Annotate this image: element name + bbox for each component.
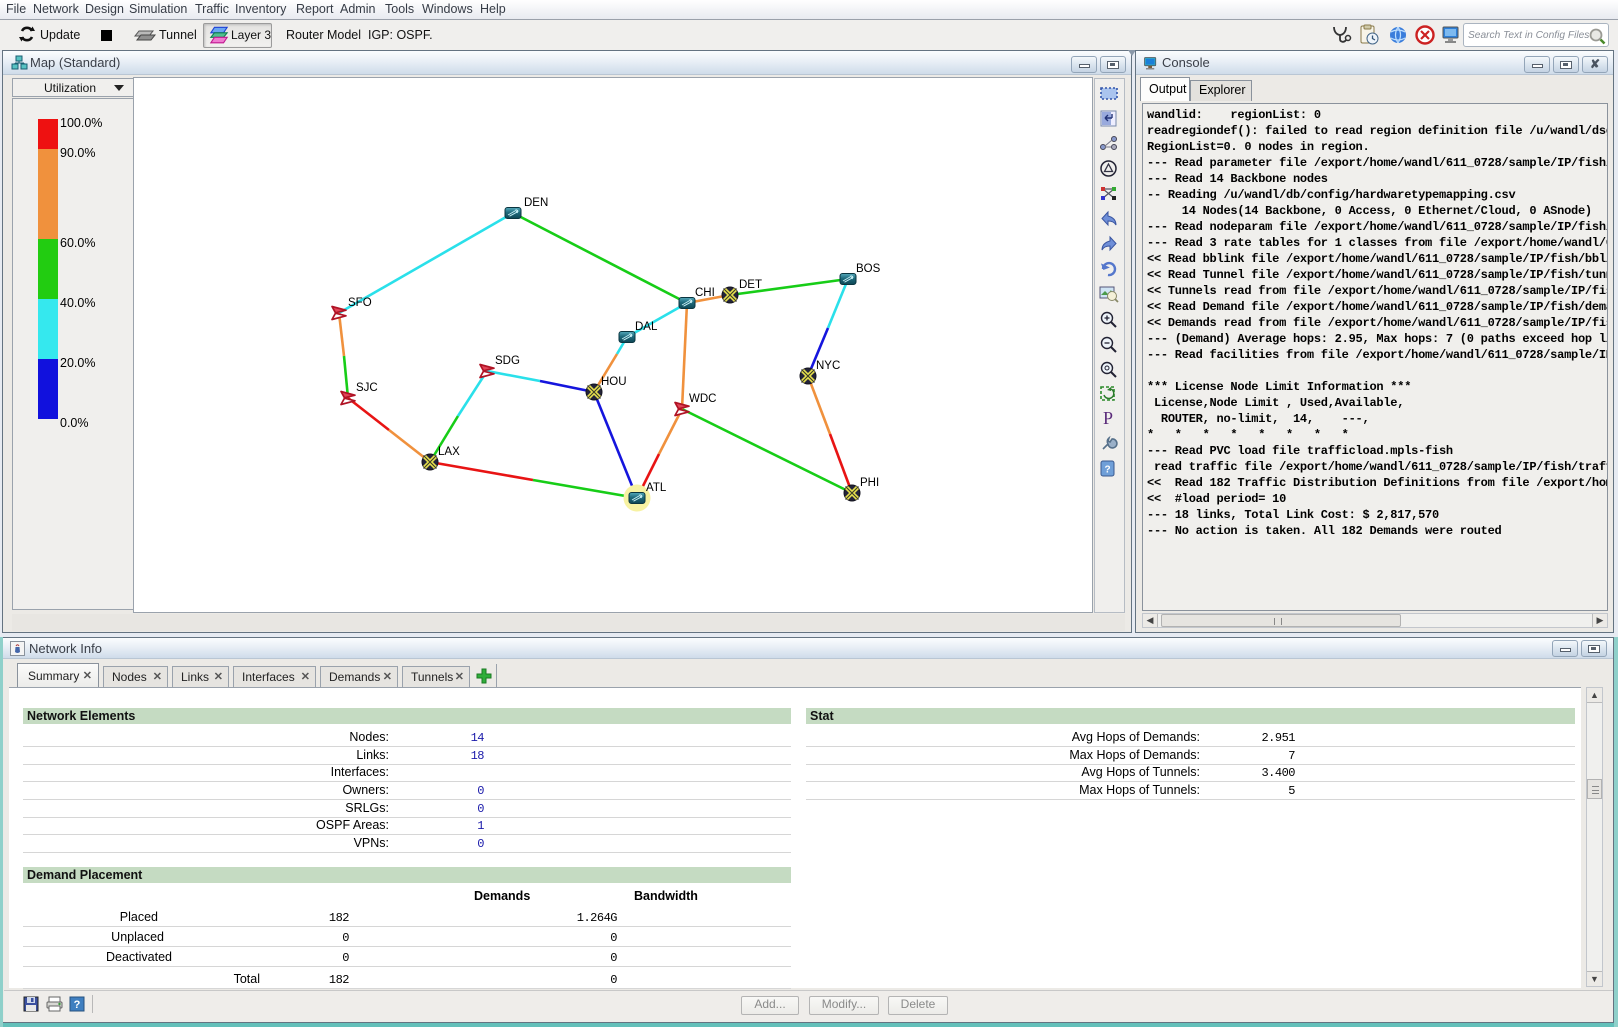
- svg-text:P: P: [1103, 408, 1113, 428]
- svg-text:?: ?: [1104, 465, 1110, 476]
- svg-text:?: ?: [74, 999, 81, 1011]
